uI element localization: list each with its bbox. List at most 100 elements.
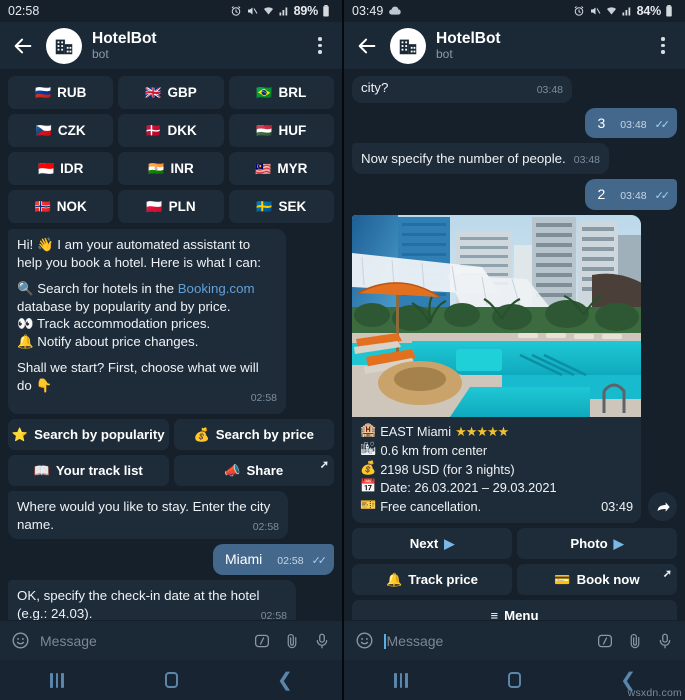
cityscape-icon: 🏙 xyxy=(360,440,377,456)
recent-apps-icon[interactable] xyxy=(34,667,80,693)
flag-no-icon: 🇳🇴 xyxy=(34,199,51,214)
currency-button-brl[interactable]: 🇧🇷 BRL xyxy=(228,76,334,109)
currency-button-myr[interactable]: 🇲🇾 MYR xyxy=(228,152,334,185)
hotel-price: 2198 USD (for 3 nights) xyxy=(380,461,515,477)
money-bag-icon: 💰 xyxy=(193,427,210,443)
avatar[interactable] xyxy=(46,27,82,64)
currency-button-rub[interactable]: 🇷🇺 RUB xyxy=(8,76,114,109)
message-placeholder: Message xyxy=(386,632,444,649)
hotel-name: EAST Miami xyxy=(380,424,452,440)
button-label: Your track list xyxy=(55,463,143,479)
paperclip-icon[interactable] xyxy=(625,631,645,651)
back-arrow-icon[interactable] xyxy=(354,33,380,59)
search-input[interactable]: Message xyxy=(40,633,242,649)
microphone-icon[interactable] xyxy=(312,631,332,651)
currency-button-sek[interactable]: 🇸🇪 SEK xyxy=(228,190,334,223)
kebab-menu-icon[interactable] xyxy=(651,33,675,59)
photo-button[interactable]: Photo ▶ xyxy=(517,528,677,560)
status-clock: 02:58 xyxy=(8,4,40,18)
currency-button-idr[interactable]: 🇮🇩 IDR xyxy=(8,152,114,185)
message-timestamp: 03:48 xyxy=(573,154,601,167)
forward-arrow-icon[interactable] xyxy=(648,492,677,522)
header-subtitle: bot xyxy=(92,46,109,61)
battery-icon xyxy=(322,5,334,17)
track-price-button[interactable]: 🔔 Track price xyxy=(352,564,512,596)
currency-button-inr[interactable]: 🇮🇳 INR xyxy=(118,152,224,185)
share-button[interactable]: 📣 Share ➚ xyxy=(173,455,334,487)
right-phone-screen: 03:49 84% HotelBot bot city? 03:48 3 03:… xyxy=(342,0,685,700)
slash-command-icon[interactable] xyxy=(252,631,272,651)
hotel-card: 🏨 EAST Miami ★★★★★ 🏙 0.6 km from center … xyxy=(352,215,642,524)
currency-code: INR xyxy=(170,161,194,176)
currency-code: PLN xyxy=(168,199,196,214)
currency-code: CZK xyxy=(57,123,86,138)
header-subtitle: bot xyxy=(436,46,453,61)
hotel-pool-photo[interactable] xyxy=(352,215,642,418)
book-now-button[interactable]: 💳 Book now ➚ xyxy=(517,564,677,596)
currency-button-gbp[interactable]: 🇬🇧 GBP xyxy=(118,76,224,109)
next-button[interactable]: Next ▶ xyxy=(352,528,512,560)
alarm-icon xyxy=(230,5,242,17)
home-icon[interactable] xyxy=(148,667,194,693)
button-label: Photo xyxy=(570,536,608,552)
welcome-line-1: Hi! 👋 I am your automated assistant to h… xyxy=(17,237,261,270)
external-link-icon: ➚ xyxy=(662,568,672,581)
kebab-menu-icon[interactable] xyxy=(308,33,332,59)
smiley-icon[interactable] xyxy=(10,631,30,651)
hotel-details: 🏨 EAST Miami ★★★★★ 🏙 0.6 km from center … xyxy=(352,417,641,523)
calendar-icon: 📅 xyxy=(360,478,377,494)
flag-cz-icon: 🇨🇿 xyxy=(35,123,52,138)
star-rating: ★★★★★ xyxy=(455,424,509,440)
home-icon[interactable] xyxy=(491,667,537,693)
currency-button-huf[interactable]: 🇭🇺 HUF xyxy=(228,114,334,147)
text-cursor xyxy=(384,633,386,649)
message-text: Where would you like to stay. Enter the … xyxy=(17,499,271,532)
credit-card-icon: 💳 xyxy=(554,572,571,588)
currency-button-nok[interactable]: 🇳🇴 NOK xyxy=(8,190,114,223)
message-row-people-prompt: Now specify the number of people. 03:48 xyxy=(352,143,677,175)
your-track-list-button[interactable]: 📖 Your track list xyxy=(8,455,169,487)
wifi-icon xyxy=(605,5,617,17)
hotel-date-line: 📅 Date: 26.03.2021 – 29.03.2021 xyxy=(360,479,633,498)
currency-button-dkk[interactable]: 🇩🇰 DKK xyxy=(118,114,224,147)
message-timestamp: 02:58 xyxy=(252,520,279,533)
play-icon: ▶ xyxy=(613,536,624,552)
bot-action-row-2: 📖 Your track list 📣 Share ➚ xyxy=(8,455,334,487)
flag-gb-icon: 🇬🇧 xyxy=(145,85,162,100)
message-text: Miami xyxy=(224,551,263,568)
search-input[interactable]: Message xyxy=(384,633,585,649)
bot-message-bubble: Now specify the number of people. 03:48 xyxy=(352,143,610,175)
menu-button[interactable]: ≡ Menu xyxy=(352,600,677,620)
status-clock: 03:49 xyxy=(352,4,384,18)
dual-screenshot-container: 02:58 89% HotelBot bot 🇷🇺 RUB 🇬🇧 GBP 🇧🇷 … xyxy=(0,0,685,700)
currency-button-czk[interactable]: 🇨🇿 CZK xyxy=(8,114,114,147)
booking-link[interactable]: Booking.com xyxy=(178,281,255,296)
hotel-action-row-1: Next ▶ Photo ▶ xyxy=(352,528,677,560)
smiley-icon[interactable] xyxy=(354,631,374,651)
chat-area: 🇷🇺 RUB 🇬🇧 GBP 🇧🇷 BRL 🇨🇿 CZK 🇩🇰 DKK 🇭🇺 HUF 🇮🇩 ID… xyxy=(0,70,342,620)
share-arrow-icon: ➚ xyxy=(319,459,329,472)
recent-apps-icon[interactable] xyxy=(378,667,424,693)
currency-code: BRL xyxy=(278,85,307,100)
hotel-name-line: 🏨 EAST Miami ★★★★★ xyxy=(360,423,633,442)
message-row-nights: 3 03:48 ✓✓ xyxy=(352,107,677,139)
watermark: wsxdn.com xyxy=(627,687,682,699)
money-icon: 💰 xyxy=(360,459,377,475)
microphone-icon[interactable] xyxy=(655,631,675,651)
search-by-popularity-button[interactable]: ⭐ Search by popularity xyxy=(8,419,169,451)
back-arrow-icon[interactable] xyxy=(10,33,36,59)
button-label: Next xyxy=(409,536,439,552)
android-nav-bar: ❮ xyxy=(0,660,342,700)
flag-id-icon: 🇮🇩 xyxy=(37,161,55,176)
search-by-price-button[interactable]: 💰 Search by price xyxy=(173,419,334,451)
mute-icon xyxy=(589,5,601,17)
slash-command-icon[interactable] xyxy=(595,631,615,651)
status-bar: 02:58 89% xyxy=(0,0,342,22)
avatar[interactable] xyxy=(390,27,426,64)
bot-message-bubble: OK, specify the check-in date at the hot… xyxy=(8,580,296,620)
paperclip-icon[interactable] xyxy=(282,631,302,651)
message-timestamp: 03:48 xyxy=(536,84,563,96)
back-icon[interactable]: ❮ xyxy=(262,667,308,693)
battery-percentage: 84% xyxy=(636,4,662,18)
currency-button-pln[interactable]: 🇵🇱 PLN xyxy=(118,190,224,223)
